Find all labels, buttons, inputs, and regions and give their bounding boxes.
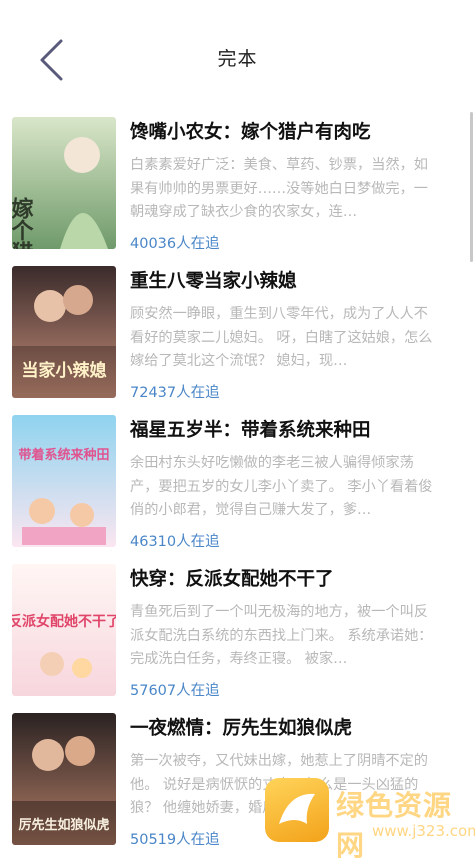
book-title: 福星五岁半：带着系统来种田 <box>130 420 371 441</box>
book-description: 白素素爱好广泛：美食、草药、钞票，当然，如果有帅帅的男票更好……没等她白日梦做完… <box>130 157 428 220</box>
follower-count: 40036人在追 <box>130 236 220 252</box>
follower-count: 72437人在追 <box>130 385 220 401</box>
book-title: 一夜燃情：厉先生如狼似虎 <box>130 718 353 739</box>
book-cover: 厉先生如狼似虎 <box>12 713 116 845</box>
book-title: 馋嘴小农女：嫁个猎户有肉吃 <box>130 122 371 143</box>
cover-title-text: 带着系统来种田 <box>18 447 109 463</box>
top-bar: 完本 <box>0 0 475 100</box>
follower-count: 57607人在追 <box>130 683 220 699</box>
cover-title-text: 反派女配她不干了 <box>12 613 116 630</box>
book-item[interactable]: 反派女配她不干了 快穿：反派女配她不干了 青鱼死后到了一个叫无极海的地方，被一个… <box>0 559 475 699</box>
book-cover: 当家小辣媳 <box>12 266 116 398</box>
book-cover: 反派女配她不干了 <box>12 564 116 696</box>
cover-title-text: 厉先生如狼似虎 <box>18 817 109 833</box>
book-description: 第一次被夺，又代妹出嫁，她惹上了阴晴不定的他。 说好是病恹恹的丈夫，怎么是一头凶… <box>130 753 428 816</box>
book-item[interactable]: 当家小辣媳 重生八零当家小辣媳 顾安然一睁眼，重生到八零年代，成为了人人不看好的… <box>0 261 475 401</box>
scrollbar[interactable] <box>470 112 473 262</box>
book-item[interactable]: 带着系统来种田 福星五岁半：带着系统来种田 余田村东头好吃懒做的李老三被人骗得倾… <box>0 410 475 550</box>
page-title: 完本 <box>217 48 258 70</box>
book-cover: 带着系统来种田 <box>12 415 116 547</box>
book-description: 青鱼死后到了一个叫无极海的地方，被一个叫反派女配洗白系统的东西找上门来。 系统承… <box>130 604 433 667</box>
book-title: 快穿：反派女配她不干了 <box>130 569 334 590</box>
book-cover: 嫁个猎户 <box>12 117 116 249</box>
book-item[interactable]: 嫁个猎户 馋嘴小农女：嫁个猎户有肉吃 白素素爱好广泛：美食、草药、钞票，当然，如… <box>0 112 475 252</box>
book-title: 重生八零当家小辣媳 <box>130 271 297 292</box>
follower-count: 46310人在追 <box>130 534 220 550</box>
book-description: 余田村东头好吃懒做的李老三被人骗得倾家荡产，要把五岁的女儿李小丫卖了。 李小丫看… <box>130 455 433 518</box>
cover-title-text: 嫁个猎户 <box>12 196 34 249</box>
book-description: 顾安然一睁眼，重生到八零年代，成为了人人不看好的莫家二儿媳妇。 呀，白瞎了这姑娘… <box>130 306 433 369</box>
cover-title-text: 当家小辣媳 <box>22 360 107 381</box>
follower-count: 50519人在追 <box>130 832 220 848</box>
book-item[interactable]: 厉先生如狼似虎 一夜燃情：厉先生如狼似虎 第一次被夺，又代妹出嫁，她惹上了阴晴不… <box>0 708 475 848</box>
